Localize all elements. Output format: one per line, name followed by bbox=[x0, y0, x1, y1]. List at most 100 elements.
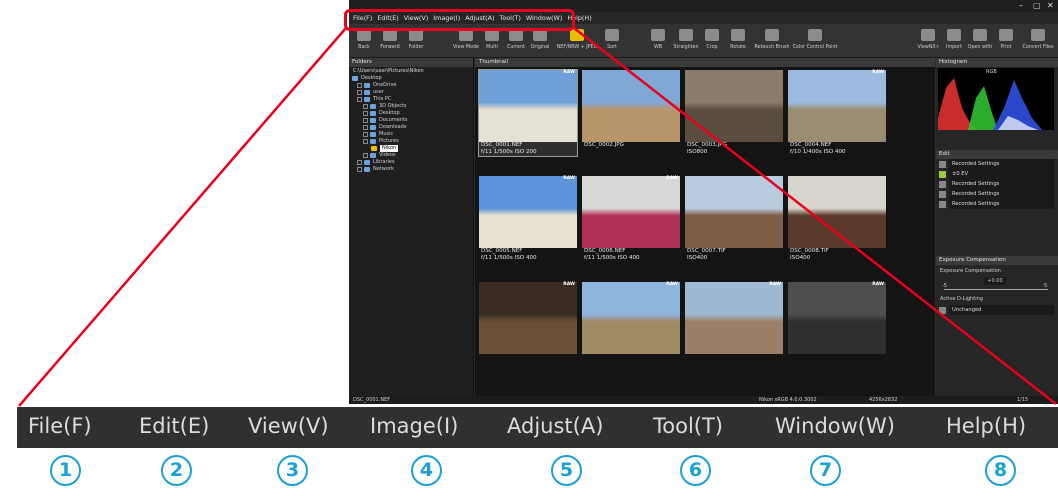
thumbnail[interactable]: RAW DSC_0004.NEF f/10 1/400s ISO 400 bbox=[788, 70, 886, 156]
expand-icon[interactable] bbox=[363, 125, 368, 130]
raw-badge: RAW bbox=[563, 282, 575, 287]
big-menu-edit[interactable]: Edit(E) bbox=[139, 414, 209, 438]
expand-icon[interactable] bbox=[363, 153, 368, 158]
exposure-header: Exposure Compensation bbox=[936, 256, 1058, 265]
collapse-icon[interactable] bbox=[357, 97, 362, 102]
tree-item[interactable]: Desktop bbox=[349, 75, 473, 82]
thumbnail[interactable]: DSC_0007.TIF ISO400 bbox=[685, 176, 783, 262]
folder-icon bbox=[370, 139, 376, 144]
big-menu-file[interactable]: File(F) bbox=[28, 414, 92, 438]
tree-item[interactable]: Downloads bbox=[349, 124, 473, 131]
big-menu-window[interactable]: Window(W) bbox=[775, 414, 895, 438]
straighten-button[interactable]: Straighten bbox=[673, 26, 699, 50]
viewnx-button[interactable]: ViewNX-i bbox=[915, 26, 941, 50]
edit-panel: Edit Recorded Settings ±0 EV Recorded Se… bbox=[936, 150, 1058, 209]
wb-button[interactable]: WB bbox=[645, 26, 671, 50]
expand-icon[interactable] bbox=[357, 167, 362, 172]
crop-button[interactable]: Crop bbox=[699, 26, 725, 50]
tree-item[interactable]: user bbox=[349, 89, 473, 96]
adl-row[interactable]: Unchanged bbox=[936, 305, 1058, 315]
thumbnail[interactable]: RAW bbox=[788, 282, 886, 354]
tree-item[interactable]: OneDrive bbox=[349, 82, 473, 89]
viewnx-icon bbox=[921, 29, 935, 41]
thumbnail-image bbox=[788, 176, 886, 248]
big-menu-help[interactable]: Help(H) bbox=[946, 414, 1026, 438]
status-dimensions: 4256x2832 bbox=[869, 397, 898, 403]
tree-item[interactable]: 3D Objects bbox=[349, 103, 473, 110]
tree-item[interactable]: This PC bbox=[349, 96, 473, 103]
thumbnail-filename: DSC_0007.TIF bbox=[687, 248, 726, 254]
collapse-icon[interactable] bbox=[363, 139, 368, 144]
folder-icon bbox=[370, 111, 376, 116]
exposure-slider[interactable]: -5 +0.00 5 bbox=[936, 277, 1058, 293]
thumbnail[interactable]: DSC_0002.JPG bbox=[582, 70, 680, 149]
big-menu-tool[interactable]: Tool(T) bbox=[653, 414, 723, 438]
minimize-icon[interactable]: – bbox=[1019, 1, 1023, 10]
video-icon bbox=[370, 153, 376, 158]
thumbnail[interactable]: RAW DSC_0005.NEF f/11 1/500s ISO 400 bbox=[479, 176, 577, 262]
thumbnail-info: f/10 1/400s ISO 400 bbox=[790, 149, 846, 155]
edit-row[interactable]: Recorded Settings bbox=[936, 159, 1058, 169]
import-button[interactable]: Import bbox=[941, 26, 967, 50]
thumbnail[interactable]: DSC_0003.JPG ISO800 bbox=[685, 70, 783, 156]
expand-icon[interactable] bbox=[357, 90, 362, 95]
folder-icon bbox=[371, 146, 377, 151]
slider-track[interactable] bbox=[944, 289, 1048, 290]
open-with-button[interactable]: Open with bbox=[967, 26, 993, 50]
tree-item[interactable]: Pictures bbox=[349, 138, 473, 145]
color-control-point-button[interactable]: Color Control Point bbox=[791, 26, 839, 50]
print-button[interactable]: Print bbox=[993, 26, 1019, 50]
tree-item[interactable]: Music bbox=[349, 131, 473, 138]
open-with-icon bbox=[973, 29, 987, 41]
status-file: DSC_0001.NEF bbox=[353, 397, 391, 403]
sort-button[interactable]: Sort bbox=[599, 26, 625, 50]
big-menu-view[interactable]: View(V) bbox=[248, 414, 329, 438]
histogram-channel[interactable]: RGB bbox=[986, 69, 997, 75]
rotate-button[interactable]: Rotate bbox=[725, 26, 751, 50]
thumbnail[interactable]: RAW bbox=[582, 282, 680, 354]
tree-item[interactable]: Documents bbox=[349, 117, 473, 124]
big-menu-image[interactable]: Image(I) bbox=[370, 414, 458, 438]
expand-icon[interactable] bbox=[363, 118, 368, 123]
wb-icon bbox=[939, 180, 946, 188]
expand-icon[interactable] bbox=[357, 160, 362, 165]
callout-number-2: 2 bbox=[161, 455, 192, 486]
folder-path[interactable]: C:\Users\user\Pictures\Nikon bbox=[349, 67, 473, 75]
callout-number-3: 3 bbox=[277, 455, 308, 486]
expand-icon[interactable] bbox=[363, 104, 368, 109]
exposure-label: Exposure Compensation bbox=[940, 268, 1001, 274]
folder-icon bbox=[370, 104, 376, 109]
tree-item[interactable]: Libraries bbox=[349, 159, 473, 166]
big-menu-adjust[interactable]: Adjust(A) bbox=[507, 414, 603, 438]
callout-number-8: 8 bbox=[985, 455, 1016, 486]
thumbnail-image: RAW bbox=[479, 176, 577, 248]
thumbnail[interactable]: RAW bbox=[479, 282, 577, 354]
convert-files-button[interactable]: Convert Files bbox=[1021, 26, 1055, 50]
thumbnail-image: RAW bbox=[788, 70, 886, 142]
expand-icon[interactable] bbox=[357, 83, 362, 88]
tree-item[interactable]: Network bbox=[349, 166, 473, 173]
library-icon bbox=[364, 160, 370, 165]
expand-icon[interactable] bbox=[363, 132, 368, 137]
exposure-value[interactable]: +0.00 bbox=[984, 277, 1006, 285]
thumbnail-info: ISO400 bbox=[790, 255, 811, 261]
expand-icon[interactable] bbox=[363, 111, 368, 116]
histogram: RGB bbox=[938, 68, 1054, 130]
crop-icon bbox=[705, 29, 719, 41]
thumbnail[interactable]: RAW DSC_0001.NEF f/11 1/500s ISO 200 bbox=[478, 69, 578, 157]
raw-badge: RAW bbox=[872, 70, 884, 75]
edit-row[interactable]: Recorded Settings bbox=[936, 179, 1058, 189]
callout-number-4: 4 bbox=[411, 455, 442, 486]
maximize-icon[interactable]: ▢ bbox=[1033, 1, 1041, 10]
tree-item[interactable]: Videos bbox=[349, 152, 473, 159]
thumbnail[interactable]: RAW DSC_0006.NEF f/11 1/500s ISO 400 bbox=[582, 176, 680, 262]
retouch-brush-button[interactable]: Retouch Brush bbox=[755, 26, 790, 50]
edit-row[interactable]: ±0 EV bbox=[936, 169, 1058, 179]
close-icon[interactable]: ✕ bbox=[1047, 1, 1054, 10]
thumbnail[interactable]: DSC_0008.TIF ISO400 bbox=[788, 176, 886, 262]
tree-item[interactable]: Desktop bbox=[349, 110, 473, 117]
edit-row[interactable]: Recorded Settings bbox=[936, 199, 1058, 209]
thumbnail[interactable]: RAW bbox=[685, 282, 783, 354]
tree-item-selected[interactable]: Nikon bbox=[349, 145, 473, 152]
edit-row[interactable]: Recorded Settings bbox=[936, 189, 1058, 199]
